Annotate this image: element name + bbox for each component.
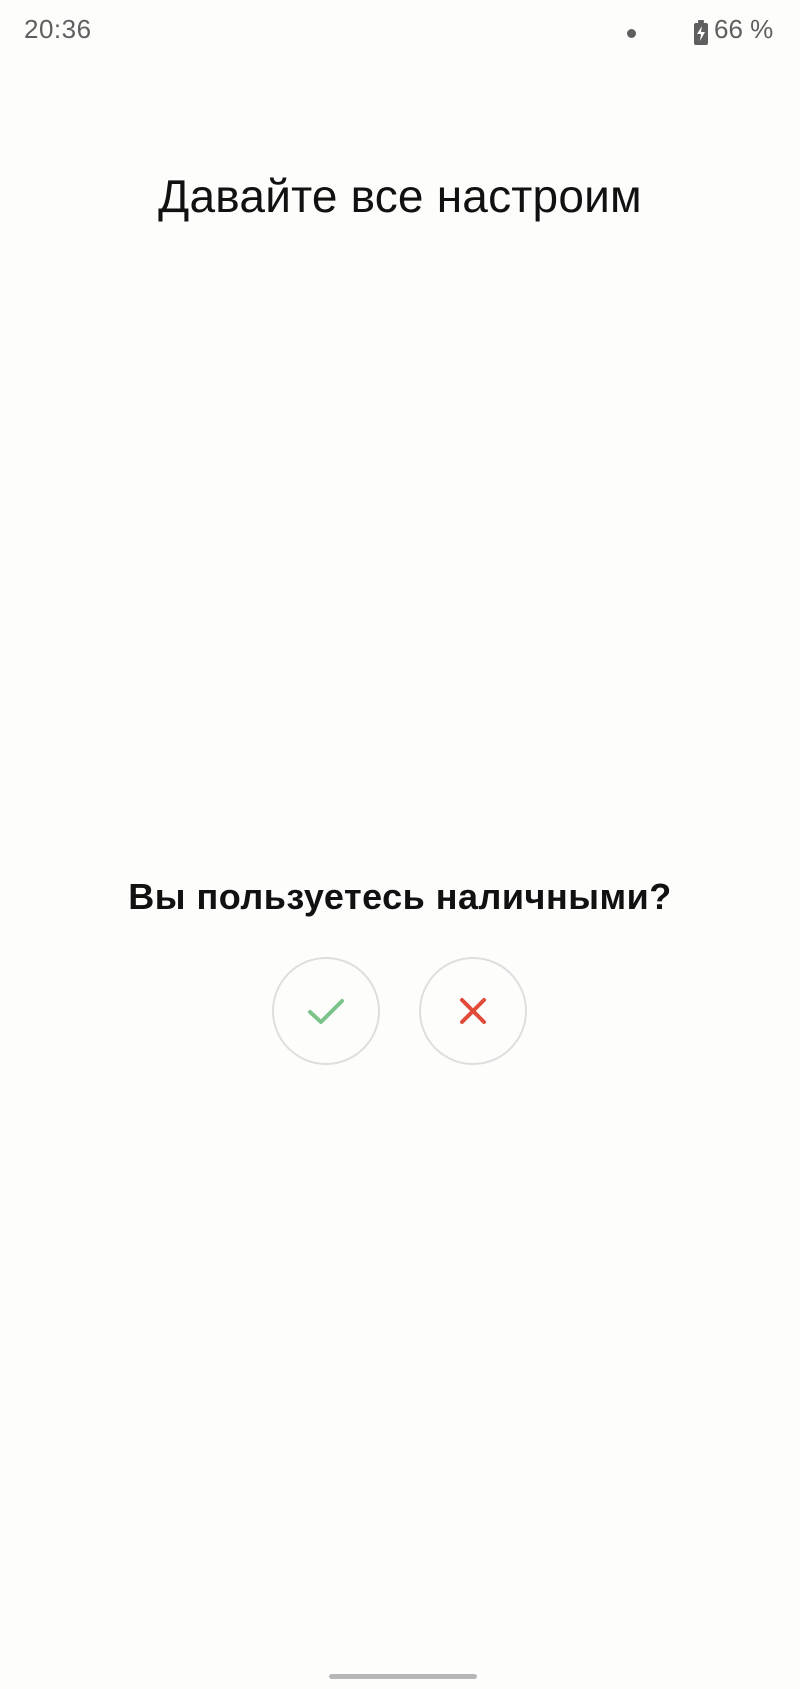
- notification-dot-icon: [627, 29, 636, 38]
- battery-percentage: 66 %: [714, 14, 774, 44]
- status-bar: 20:36 66 %: [0, 0, 800, 66]
- home-indicator[interactable]: [329, 1674, 477, 1679]
- page-title: Давайте все настроим: [158, 169, 642, 222]
- status-time: 20:36: [24, 14, 92, 44]
- battery-charging-icon: [693, 20, 709, 46]
- no-button[interactable]: [419, 957, 527, 1065]
- yes-button[interactable]: [272, 957, 380, 1065]
- check-icon: [308, 999, 344, 1024]
- close-icon: [460, 998, 486, 1024]
- cash-question: Вы пользуетесь наличными?: [128, 876, 672, 917]
